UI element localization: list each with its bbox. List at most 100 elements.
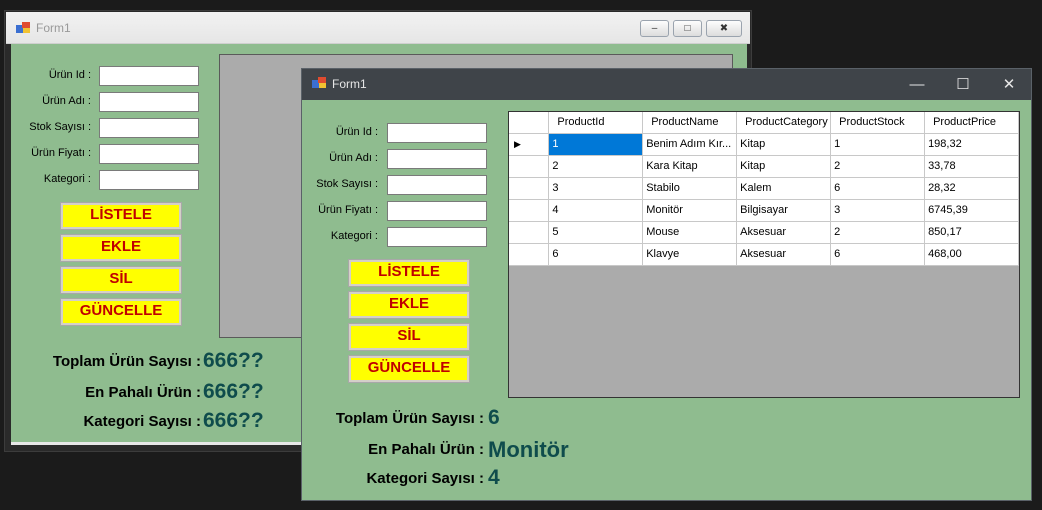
stock-count-input[interactable] [99, 118, 199, 138]
column-header-productprice[interactable]: ProductPrice [924, 112, 1019, 134]
table-cell[interactable]: 198,32 [924, 133, 1019, 156]
update-button[interactable]: GÜNCELLE [60, 298, 182, 326]
row-header[interactable] [509, 177, 550, 200]
row-header-corner [509, 112, 550, 134]
window-title: Form1 [36, 21, 71, 35]
table-row[interactable]: 4 Monitör Bilgisayar 3 6745,39 [509, 199, 1019, 222]
current-row-arrow-icon[interactable]: ▶ [509, 133, 550, 156]
table-cell[interactable]: 6745,39 [924, 199, 1019, 222]
table-cell[interactable]: 5 [548, 221, 644, 244]
maximize-button[interactable]: □ [673, 20, 702, 37]
category-count-value: 4 [488, 466, 500, 489]
foreground-window-titlebar[interactable]: Form1 — ☐ ✕ [302, 69, 1031, 100]
table-cell[interactable]: Klavye [642, 243, 738, 266]
column-header-productid[interactable]: ProductId [548, 112, 644, 134]
stock-count-input[interactable] [387, 175, 487, 195]
category-count-value: 666?? [203, 409, 264, 432]
most-expensive-value: 666?? [203, 380, 264, 403]
background-window-titlebar[interactable]: Form1 – □ ✖ [6, 12, 750, 44]
product-price-input[interactable] [387, 201, 487, 221]
product-price-label: Ürün Fiyatı : [318, 204, 378, 216]
table-cell[interactable]: Benim Adım Kır... [642, 133, 738, 156]
total-products-value: 666?? [203, 349, 264, 372]
table-cell[interactable]: Aksesuar [736, 243, 832, 266]
table-cell[interactable]: 6 [830, 243, 926, 266]
table-cell[interactable]: 4 [548, 199, 644, 222]
table-row[interactable]: 2 Kara Kitap Kitap 2 33,78 [509, 155, 1019, 178]
category-count-label: Kategori Sayısı : [366, 470, 484, 487]
table-cell[interactable]: 1 [830, 133, 926, 156]
table-row[interactable]: 6 Klavye Aksesuar 6 468,00 [509, 243, 1019, 266]
update-button[interactable]: GÜNCELLE [348, 355, 470, 383]
table-cell[interactable]: 6 [830, 177, 926, 200]
add-button[interactable]: EKLE [348, 291, 470, 319]
delete-button[interactable]: SİL [60, 266, 182, 294]
category-count-label: Kategori Sayısı : [83, 413, 201, 430]
table-cell[interactable]: 468,00 [924, 243, 1019, 266]
product-price-label: Ürün Fiyatı : [31, 147, 91, 159]
list-button[interactable]: LİSTELE [348, 259, 470, 287]
total-products-label: Toplam Ürün Sayısı : [335, 410, 484, 427]
table-cell[interactable]: Monitör [642, 199, 738, 222]
app-icon [312, 77, 326, 88]
product-id-label: Ürün Id : [335, 126, 378, 138]
column-header-productname[interactable]: ProductName [642, 112, 738, 134]
window-title: Form1 [332, 77, 367, 91]
product-id-input[interactable] [99, 66, 199, 86]
most-expensive-value: Monitör [488, 437, 569, 462]
product-id-input[interactable] [387, 123, 487, 143]
maximize-button[interactable]: ☐ [940, 69, 986, 100]
column-header-productcategory[interactable]: ProductCategory [736, 112, 832, 134]
close-button[interactable]: ✕ [986, 69, 1032, 100]
product-id-label: Ürün Id : [48, 69, 91, 81]
table-header-row: ProductId ProductName ProductCategory Pr… [509, 112, 1019, 134]
products-table: ProductId ProductName ProductCategory Pr… [509, 112, 1019, 266]
total-products-value: 6 [488, 406, 500, 429]
product-name-input[interactable] [99, 92, 199, 112]
app-icon [16, 22, 30, 33]
table-cell[interactable]: 1 [548, 133, 644, 156]
table-row[interactable]: 5 Mouse Aksesuar 2 850,17 [509, 221, 1019, 244]
column-header-productstock[interactable]: ProductStock [830, 112, 926, 134]
product-name-label: Ürün Adı : [329, 152, 378, 164]
table-cell[interactable]: 2 [548, 155, 644, 178]
table-cell[interactable]: Kara Kitap [642, 155, 738, 178]
table-cell[interactable]: 850,17 [924, 221, 1019, 244]
category-input[interactable] [387, 227, 487, 247]
table-cell[interactable]: 33,78 [924, 155, 1019, 178]
table-row[interactable]: 3 Stabilo Kalem 6 28,32 [509, 177, 1019, 200]
table-cell[interactable]: 3 [548, 177, 644, 200]
row-header[interactable] [509, 199, 550, 222]
table-cell[interactable]: 28,32 [924, 177, 1019, 200]
minimize-button[interactable]: — [894, 69, 940, 100]
table-cell[interactable]: 3 [830, 199, 926, 222]
most-expensive-label: En Pahalı Ürün : [85, 384, 201, 401]
table-cell[interactable]: Stabilo [642, 177, 738, 200]
delete-button[interactable]: SİL [348, 323, 470, 351]
table-cell[interactable]: Kitap [736, 133, 832, 156]
row-header[interactable] [509, 243, 550, 266]
row-header[interactable] [509, 221, 550, 244]
table-cell[interactable]: Kitap [736, 155, 832, 178]
table-row[interactable]: ▶ 1 Benim Adım Kır... Kitap 1 198,32 [509, 133, 1019, 156]
products-grid[interactable]: ProductId ProductName ProductCategory Pr… [508, 111, 1020, 398]
table-cell[interactable]: Bilgisayar [736, 199, 832, 222]
table-cell[interactable]: 6 [548, 243, 644, 266]
category-input[interactable] [99, 170, 199, 190]
table-cell[interactable]: 2 [830, 221, 926, 244]
table-cell[interactable]: Kalem [736, 177, 832, 200]
product-name-input[interactable] [387, 149, 487, 169]
minimize-button[interactable]: – [640, 20, 669, 37]
table-cell[interactable]: 2 [830, 155, 926, 178]
table-cell[interactable]: Mouse [642, 221, 738, 244]
list-button[interactable]: LİSTELE [60, 202, 182, 230]
table-cell[interactable]: Aksesuar [736, 221, 832, 244]
stock-count-label: Stok Sayısı : [29, 121, 91, 133]
row-header[interactable] [509, 155, 550, 178]
add-button[interactable]: EKLE [60, 234, 182, 262]
total-products-label: Toplam Ürün Sayısı : [52, 353, 201, 370]
most-expensive-label: En Pahalı Ürün : [368, 441, 484, 458]
product-price-input[interactable] [99, 144, 199, 164]
close-button[interactable]: ✖ [706, 20, 742, 37]
category-label: Kategori : [330, 230, 378, 242]
